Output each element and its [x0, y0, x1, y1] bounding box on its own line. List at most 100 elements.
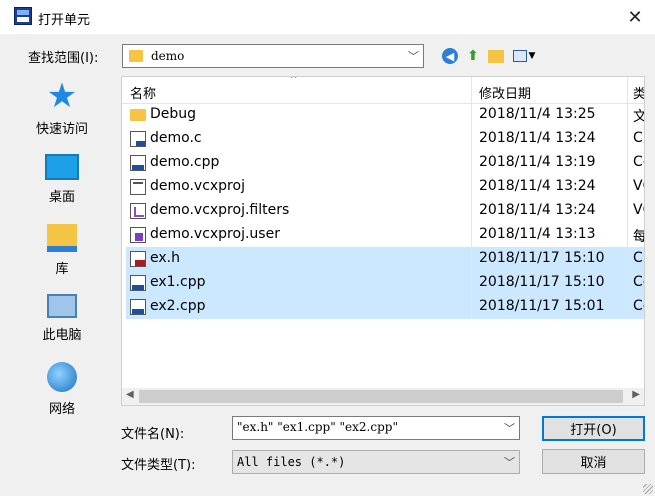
cell-divider: [627, 175, 628, 199]
chevron-down-icon: ﹀: [408, 50, 419, 63]
star-icon: ★: [46, 76, 78, 116]
filetype-label: 文件类型(T):: [121, 458, 196, 473]
file-type: C-: [633, 154, 644, 170]
back-button[interactable]: ◀: [439, 45, 461, 67]
file-row[interactable]: demo.vcxproj.user 2018/11/4 13:13 每: [126, 223, 644, 247]
up-arrow-icon: ⬆: [467, 48, 479, 64]
desktop-icon: [45, 154, 79, 180]
file-row[interactable]: demo.c 2018/11/4 13:24 C: [126, 127, 644, 151]
file-list[interactable]: ^ 名称 修改日期 类 Debug 2018/11/4 13:25 文 demo…: [121, 76, 645, 406]
file-date: 2018/11/17 15:01: [479, 298, 605, 314]
view-grid-icon: [512, 50, 527, 62]
filename-value: "ex.h" "ex1.cpp" "ex2.cpp": [237, 420, 398, 434]
up-folder-button[interactable]: ⬆: [462, 45, 484, 67]
folder-icon: [129, 50, 143, 62]
place-desktop[interactable]: 桌面: [8, 154, 116, 205]
cell-divider: [471, 175, 472, 199]
file-type: C: [633, 250, 643, 266]
filters-file-icon: [130, 203, 146, 219]
place-label: 快速访问: [35, 122, 88, 137]
cell-divider: [627, 223, 628, 247]
file-row-selected[interactable]: ex2.cpp 2018/11/17 15:01 C-: [126, 295, 644, 319]
column-header-type[interactable]: 类: [633, 83, 644, 102]
app-icon: [14, 7, 32, 25]
file-name: ex.h: [150, 250, 180, 266]
cell-divider: [627, 199, 628, 223]
close-button[interactable]: ✕: [620, 2, 650, 32]
cancel-button[interactable]: 取消: [542, 449, 645, 474]
new-folder-icon: [488, 49, 504, 63]
place-this-pc[interactable]: 此电脑: [8, 294, 116, 343]
cell-divider: [627, 127, 628, 151]
column-divider[interactable]: [627, 77, 628, 104]
cell-divider: [471, 127, 472, 151]
scroll-right-icon[interactable]: ▶: [632, 389, 640, 400]
scroll-left-icon[interactable]: ◀: [126, 389, 134, 400]
cell-divider: [471, 295, 472, 319]
back-arrow-icon: ◀: [442, 48, 458, 64]
file-row-selected[interactable]: ex.h 2018/11/17 15:10 C: [126, 247, 644, 271]
network-globe-icon: [47, 362, 77, 392]
file-type: VC: [633, 178, 644, 194]
resize-grip[interactable]: [643, 484, 653, 494]
horizontal-scrollbar[interactable]: ◀ ▶: [122, 388, 644, 405]
file-type: 文: [633, 106, 644, 126]
file-name: demo.vcxproj: [150, 178, 245, 194]
new-folder-button[interactable]: [485, 45, 507, 67]
cell-divider: [471, 223, 472, 247]
column-divider[interactable]: [471, 77, 472, 104]
column-header-date[interactable]: 修改日期: [479, 83, 531, 102]
file-row-selected[interactable]: ex1.cpp 2018/11/17 15:10 C-: [126, 271, 644, 295]
open-button-label: 打开(O): [570, 423, 617, 438]
title-bar: 打开单元 ✕: [0, 0, 655, 34]
scrollbar-thumb[interactable]: [139, 390, 623, 403]
cell-divider: [471, 271, 472, 295]
place-network[interactable]: 网络: [8, 362, 116, 417]
file-type: 每: [633, 226, 644, 246]
cell-divider: [627, 271, 628, 295]
cell-divider: [471, 103, 472, 127]
cell-divider: [471, 151, 472, 175]
file-row[interactable]: demo.vcxproj 2018/11/4 13:24 VC: [126, 175, 644, 199]
cancel-button-label: 取消: [580, 456, 607, 471]
chevron-down-icon[interactable]: ﹀: [504, 420, 515, 436]
window-title: 打开单元: [38, 13, 91, 28]
file-name: demo.vcxproj.user: [150, 226, 280, 242]
lookin-label: 查找范围(I):: [28, 51, 99, 66]
place-libraries[interactable]: 库: [8, 224, 116, 277]
computer-icon: [47, 294, 77, 318]
file-date: 2018/11/4 13:24: [479, 202, 596, 218]
lookin-combobox[interactable]: demo ﹀: [122, 44, 424, 68]
file-row[interactable]: demo.cpp 2018/11/4 13:19 C-: [126, 151, 644, 175]
c-file-icon: [130, 131, 146, 147]
filetype-select[interactable]: All files (*.*) ﹀: [232, 450, 520, 474]
cell-divider: [627, 151, 628, 175]
file-name: ex2.cpp: [150, 298, 206, 314]
open-button[interactable]: 打开(O): [542, 416, 645, 441]
file-date: 2018/11/17 15:10: [479, 274, 605, 290]
view-menu-button[interactable]: ▼: [509, 45, 539, 67]
file-date: 2018/11/4 13:24: [479, 178, 596, 194]
file-name: ex1.cpp: [150, 274, 206, 290]
file-row[interactable]: demo.vcxproj.filters 2018/11/4 13:24 VC: [126, 199, 644, 223]
file-name: demo.cpp: [150, 154, 220, 170]
place-label: 桌面: [48, 190, 75, 205]
filename-input[interactable]: "ex.h" "ex1.cpp" "ex2.cpp" ﹀: [232, 416, 520, 440]
place-label: 库: [55, 262, 69, 277]
file-row[interactable]: Debug 2018/11/4 13:25 文: [126, 103, 644, 127]
place-label: 此电脑: [42, 328, 82, 343]
file-date: 2018/11/4 13:19: [479, 154, 596, 170]
cpp-file-icon: [130, 299, 146, 315]
column-header-name[interactable]: 名称: [130, 83, 156, 102]
cpp-file-icon: [130, 275, 146, 291]
file-date: 2018/11/4 13:25: [479, 106, 596, 122]
place-quick-access[interactable]: ★ 快速访问: [8, 76, 116, 137]
cell-divider: [471, 199, 472, 223]
cell-divider: [627, 295, 628, 319]
places-bar: ★ 快速访问 桌面 库 此电脑 网络: [8, 74, 116, 424]
file-type: VC: [633, 202, 644, 218]
cell-divider: [627, 247, 628, 271]
user-file-icon: [130, 227, 146, 243]
file-name: demo.vcxproj.filters: [150, 202, 290, 218]
cpp-file-icon: [130, 155, 146, 171]
